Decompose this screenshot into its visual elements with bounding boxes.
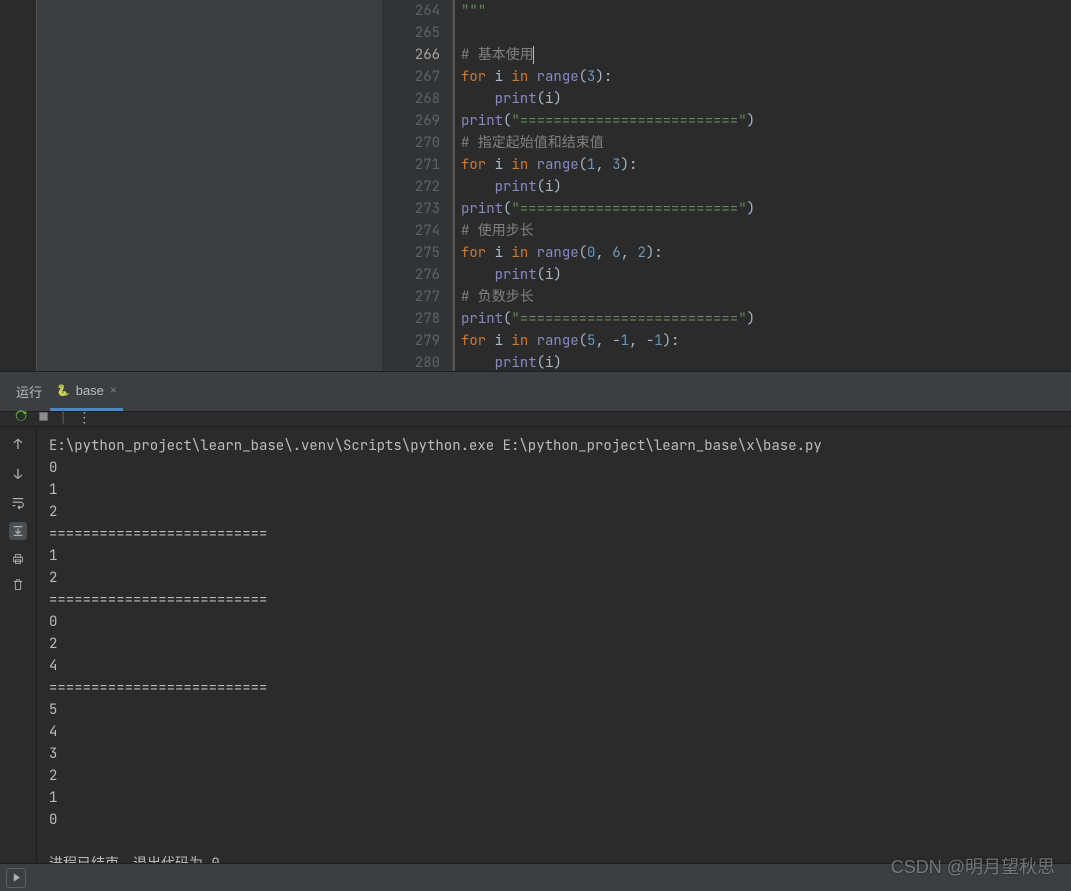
soft-wrap-icon[interactable] (11, 496, 25, 510)
code-line[interactable]: print(i) (461, 88, 1071, 110)
code-line[interactable]: for i in range(5, -1, -1): (461, 330, 1071, 352)
line-number[interactable]: 276 (383, 264, 440, 286)
line-number[interactable]: 270 (383, 132, 440, 154)
run-body: | ⋮ ↑ ↓ (0, 412, 1071, 891)
code-line[interactable]: # 使用步长 (461, 220, 1071, 242)
project-tool-window[interactable] (37, 0, 383, 371)
line-number[interactable]: 264 (383, 0, 440, 22)
line-number[interactable]: 280 (383, 352, 440, 374)
line-number[interactable]: 278 (383, 308, 440, 330)
editor-pane: 2642652662672682692702712722732742752762… (0, 0, 1071, 371)
code-line[interactable]: for i in range(0, 6, 2): (461, 242, 1071, 264)
tab-base[interactable]: 🐍 base × (50, 372, 123, 411)
code-line[interactable]: print(i) (461, 352, 1071, 374)
code-area[interactable]: """ # 基本使用for i in range(3): print(i)pri… (453, 0, 1071, 371)
trash-icon[interactable] (11, 578, 25, 592)
line-number[interactable]: 268 (383, 88, 440, 110)
console-side-toolbar: ↑ ↓ (0, 427, 37, 890)
python-file-icon: 🐍 (56, 384, 70, 397)
down-arrow-icon[interactable]: ↓ (14, 466, 22, 484)
stop-icon[interactable] (38, 409, 49, 427)
line-number[interactable]: 279 (383, 330, 440, 352)
left-gutter-strip (0, 0, 37, 371)
line-number-gutter[interactable]: 2642652662672682692702712722732742752762… (383, 0, 453, 371)
code-line[interactable]: """ (461, 0, 1071, 22)
line-number[interactable]: 272 (383, 176, 440, 198)
code-line[interactable]: print("==========================") (461, 308, 1071, 330)
code-editor[interactable]: 2642652662672682692702712722732742752762… (383, 0, 1071, 371)
run-tabs-bar: 运行 🐍 base × (0, 372, 1071, 412)
line-number[interactable]: 271 (383, 154, 440, 176)
run-button[interactable] (6, 868, 26, 888)
code-line[interactable]: print(i) (461, 176, 1071, 198)
close-icon[interactable]: × (110, 383, 117, 397)
up-arrow-icon[interactable]: ↑ (14, 436, 22, 454)
code-line[interactable]: # 基本使用 (461, 44, 1071, 66)
run-tool-window: 运行 🐍 base × | ⋮ ↑ ↓ (0, 371, 1071, 891)
console-wrapper: | ⋮ ↑ ↓ (0, 412, 1071, 891)
console-toolbar: | ⋮ (0, 412, 1071, 427)
run-title-label: 运行 (16, 382, 42, 401)
line-number[interactable]: 274 (383, 220, 440, 242)
print-icon[interactable] (11, 552, 25, 566)
line-number[interactable]: 277 (383, 286, 440, 308)
toolbar-separator: | (59, 409, 67, 427)
code-line[interactable]: print("==========================") (461, 198, 1071, 220)
code-line[interactable]: for i in range(1, 3): (461, 154, 1071, 176)
line-number[interactable]: 266 (383, 44, 440, 66)
line-number[interactable]: 275 (383, 242, 440, 264)
code-line[interactable]: # 指定起始值和结束值 (461, 132, 1071, 154)
code-line[interactable] (461, 22, 1071, 44)
line-number[interactable]: 273 (383, 198, 440, 220)
scroll-to-end-icon[interactable] (9, 522, 27, 540)
line-number[interactable]: 269 (383, 110, 440, 132)
more-icon[interactable]: ⋮ (77, 409, 91, 427)
line-number[interactable]: 267 (383, 66, 440, 88)
code-line[interactable]: print("==========================") (461, 110, 1071, 132)
tab-label: base (76, 383, 104, 398)
code-line[interactable]: # 负数步长 (461, 286, 1071, 308)
line-number[interactable]: 265 (383, 22, 440, 44)
code-line[interactable]: print(i) (461, 264, 1071, 286)
console-output[interactable]: E:\python_project\learn_base\.venv\Scrip… (37, 427, 1071, 890)
code-line[interactable]: for i in range(3): (461, 66, 1071, 88)
watermark-text: CSDN @明月望秋思 (891, 853, 1055, 879)
rerun-icon[interactable] (14, 409, 28, 428)
